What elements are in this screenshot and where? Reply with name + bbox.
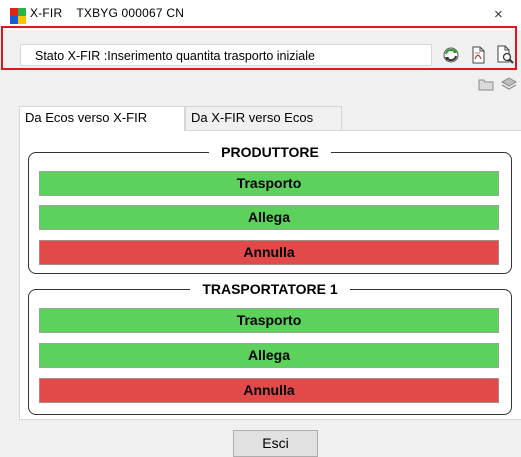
status-field: Stato X-FIR :Inserimento quantita traspo…	[20, 44, 432, 66]
tab-panel: PRODUTTORE Trasporto Allega Annulla TRAS…	[19, 130, 521, 420]
tab-ecos-to-xfir[interactable]: Da Ecos verso X-FIR	[19, 106, 185, 131]
layers-button[interactable]	[500, 76, 518, 92]
folder-icon	[478, 79, 494, 91]
group-title-trasportatore: TRASPORTATORE 1	[29, 280, 511, 298]
group-produttore: PRODUTTORE Trasporto Allega Annulla	[28, 144, 512, 274]
produttore-annulla-button[interactable]: Annulla	[39, 240, 499, 265]
group-title-text: TRASPORTATORE 1	[190, 281, 350, 297]
folder-button[interactable]	[477, 76, 495, 92]
pdf-button[interactable]	[467, 44, 489, 66]
group-trasportatore: TRASPORTATORE 1 Trasporto Allega Annulla	[28, 281, 512, 415]
group-title-text: PRODUTTORE	[209, 144, 331, 160]
refresh-button[interactable]	[440, 44, 462, 66]
close-button[interactable]: ×	[494, 7, 503, 22]
trasportatore-allega-button[interactable]: Allega	[39, 343, 499, 368]
refresh-icon	[443, 47, 459, 63]
produttore-trasporto-button[interactable]: Trasporto	[39, 171, 499, 196]
tab-xfir-to-ecos[interactable]: Da X-FIR verso Ecos	[185, 106, 342, 130]
layers-icon	[501, 77, 517, 90]
search-document-button[interactable]	[494, 44, 516, 66]
produttore-allega-button[interactable]: Allega	[39, 205, 499, 230]
group-title-produttore: PRODUTTORE	[29, 143, 511, 161]
status-label: Stato X-FIR :Inserimento quantita traspo…	[35, 49, 315, 63]
window-doc-code: TXBYG 000067 CN	[76, 6, 185, 20]
exit-button[interactable]: Esci	[233, 430, 318, 457]
window-app-name: X-FIR	[30, 6, 63, 20]
window-title: X-FIR TXBYG 000067 CN	[30, 6, 184, 20]
search-document-icon	[497, 45, 514, 64]
trasportatore-annulla-button[interactable]: Annulla	[39, 378, 499, 403]
trasportatore-trasporto-button[interactable]: Trasporto	[39, 308, 499, 333]
app-logo-icon	[10, 8, 26, 24]
pdf-document-icon	[472, 46, 485, 64]
